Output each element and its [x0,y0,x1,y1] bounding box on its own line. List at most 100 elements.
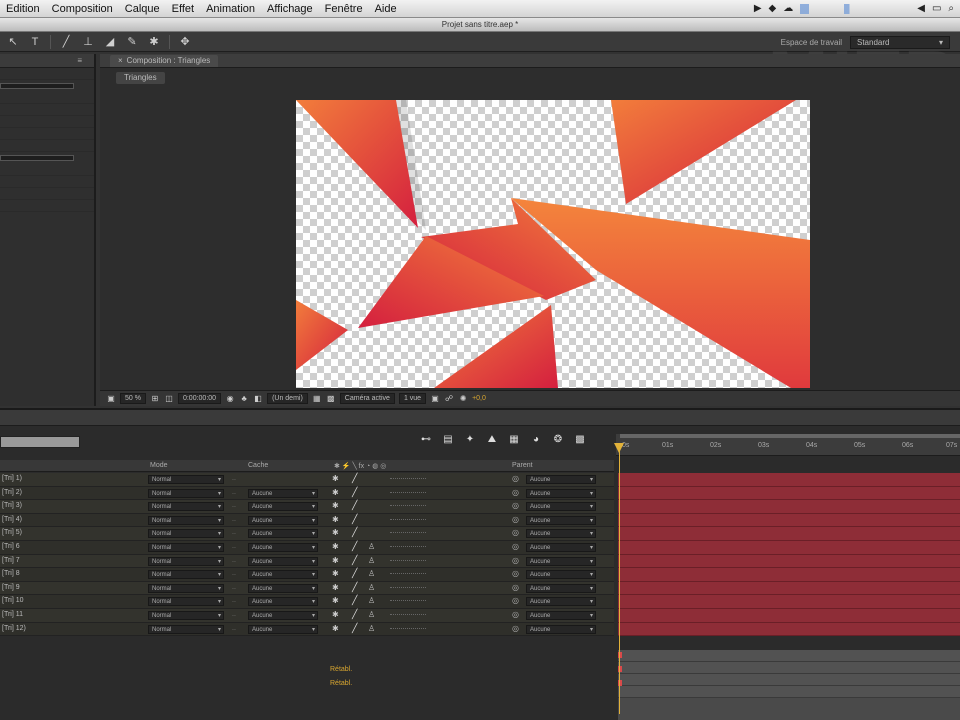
quality-icon[interactable]: ╱ [352,487,357,498]
preserve-transparency[interactable]: .. [232,625,236,632]
layer-row[interactable]: [Tri] 4) Normal.. Aucune ✱ ╱ ◎ Aucune [0,513,614,528]
trkmat-select[interactable]: Aucune [248,529,318,539]
layer-name[interactable]: [Tri] 9 [2,584,20,591]
quality-icon[interactable]: ╱ [352,568,357,579]
mode-select[interactable]: Normal [148,624,224,634]
layer-row[interactable]: [Tri] 7 Normal.. Aucune ✱ ╱ ♙ ◎ Aucune [0,554,614,569]
collapse-icon[interactable]: ✱ [332,610,339,619]
pickwhip-icon[interactable]: ◎ [512,542,519,551]
flowchart-icon[interactable]: ☍ [444,394,454,404]
layer-row[interactable]: [Tri] 11 Normal.. Aucune ✱ ╱ ♙ ◎ Aucune [0,608,614,623]
menu-animation[interactable]: Animation [200,3,261,15]
menu-fenetre[interactable]: Fenêtre [319,3,369,15]
quality-icon[interactable]: ╱ [352,541,357,552]
collapse-icon[interactable]: ✱ [332,556,339,565]
exposure-icon[interactable]: ✺ [458,394,468,404]
mode-select[interactable]: Normal [148,529,224,539]
layer-row[interactable]: [Tri] 8 Normal.. Aucune ✱ ╱ ♙ ◎ Aucune [0,568,614,582]
layer-bar[interactable] [618,568,960,582]
eraser-tool-icon[interactable]: ◢ [103,35,117,48]
transparency-grid-icon[interactable]: ▩ [326,394,336,404]
layer-bar[interactable] [618,540,960,555]
layer-name[interactable]: [Tri] 10 [2,597,24,604]
layer-name[interactable]: [Tri] 6 [2,543,20,550]
layer-bar[interactable] [618,581,960,596]
collapse-icon[interactable]: ✱ [332,542,339,551]
layer-bar[interactable] [618,554,960,569]
time-ruler[interactable]: 0s 01s 02s 03s 04s 05s 06s 07s [616,434,960,456]
motion-blur-icon[interactable]: ◕ [528,434,544,445]
magnifier-icon[interactable]: ⌕ [948,3,954,14]
quality-icon[interactable]: ╱ [352,609,357,620]
project-row[interactable] [0,140,94,152]
mode-select[interactable]: Normal [148,475,224,484]
collapse-icon[interactable]: ✱ [332,528,339,537]
cloud-icon[interactable]: ☁ [783,3,793,14]
draft-3d-icon[interactable]: ✦ [462,434,478,445]
comp-icon[interactable]: ▤ [440,434,456,445]
parent-select[interactable]: Aucune [526,610,596,620]
mode-select[interactable]: Normal [148,583,224,593]
trkmat-select[interactable]: Aucune [248,570,318,580]
menu-affichage[interactable]: Affichage [261,3,319,15]
parent-select[interactable]: Aucune [526,570,596,580]
puppet-tool-icon[interactable]: ✱ [147,35,161,48]
project-panel-header[interactable]: ≡ [0,54,94,68]
preserve-transparency[interactable]: .. [232,475,236,482]
layer-row[interactable]: [Tri] 6 Normal.. Aucune ✱ ╱ ♙ ◎ Aucune [0,540,614,555]
project-row[interactable] [0,176,94,188]
property-track[interactable] [618,686,960,698]
current-time-indicator[interactable] [619,444,620,714]
trkmat-select[interactable]: Aucune [248,488,318,498]
axis-icon[interactable]: ✥ [178,35,192,48]
color-icon[interactable]: ◧ [253,394,263,404]
preserve-transparency[interactable]: .. [232,611,236,618]
pickwhip-icon[interactable]: ◎ [512,556,519,565]
layer-name[interactable]: [Tri] 4) [2,516,22,523]
text-tool-icon[interactable]: T [28,36,42,48]
zoom-select[interactable]: 50 % [120,393,146,404]
quality-icon[interactable]: ╱ [352,473,357,484]
layer-bar[interactable] [618,513,960,528]
pickwhip-icon[interactable]: ◎ [512,515,519,524]
layer-bar[interactable] [618,595,960,609]
effect-icon[interactable]: ♙ [368,569,375,578]
project-row[interactable] [0,164,94,176]
menu-composition[interactable]: Composition [46,3,119,15]
layer-name[interactable]: [Tri] 5) [2,529,22,536]
parent-select[interactable]: Aucune [526,475,596,484]
parent-select[interactable]: Aucune [526,529,596,539]
project-slider[interactable] [0,155,74,161]
layer-name[interactable]: [Tri] 11 [2,611,23,618]
layer-name[interactable]: [Tri] 7 [2,557,20,564]
quality-icon[interactable]: ╱ [352,623,357,634]
safe-zones-icon[interactable]: ⊞ [150,394,160,404]
preserve-transparency[interactable]: .. [232,570,236,577]
quality-icon[interactable]: ╱ [352,555,357,566]
layer-name[interactable]: [Tri] 12) [2,625,26,632]
snapshot-icon[interactable]: ◉ [225,394,235,404]
reset-link[interactable]: Rétabl. [330,680,352,687]
project-row[interactable] [0,92,94,104]
mode-select[interactable]: Normal [148,570,224,580]
collapse-icon[interactable]: ✱ [332,569,339,578]
preserve-transparency[interactable]: .. [232,529,236,536]
project-row[interactable] [0,104,94,116]
parent-select[interactable]: Aucune [526,597,596,607]
layer-row[interactable]: [Tri] 12) Normal.. Aucune ✱ ╱ ♙ ◎ Aucune [0,622,614,637]
time-navigator[interactable] [620,434,960,438]
timecode-field[interactable]: 0:00:00:00 [177,393,222,404]
collapse-icon[interactable]: ✱ [332,474,339,483]
effect-icon[interactable]: ♙ [368,583,375,592]
mode-select[interactable]: Normal [148,502,224,512]
brush-tool-icon[interactable]: ╱ [59,35,73,48]
preserve-transparency[interactable]: .. [232,584,236,591]
mode-select[interactable]: Normal [148,488,224,498]
column-parent[interactable]: Parent [512,462,533,469]
preserve-transparency[interactable]: .. [232,557,236,564]
trkmat-select[interactable]: Aucune [248,624,318,634]
project-row[interactable] [0,188,94,200]
preserve-transparency[interactable]: .. [232,597,236,604]
quality-icon[interactable]: ╱ [352,500,357,511]
layer-bar[interactable] [618,527,960,541]
